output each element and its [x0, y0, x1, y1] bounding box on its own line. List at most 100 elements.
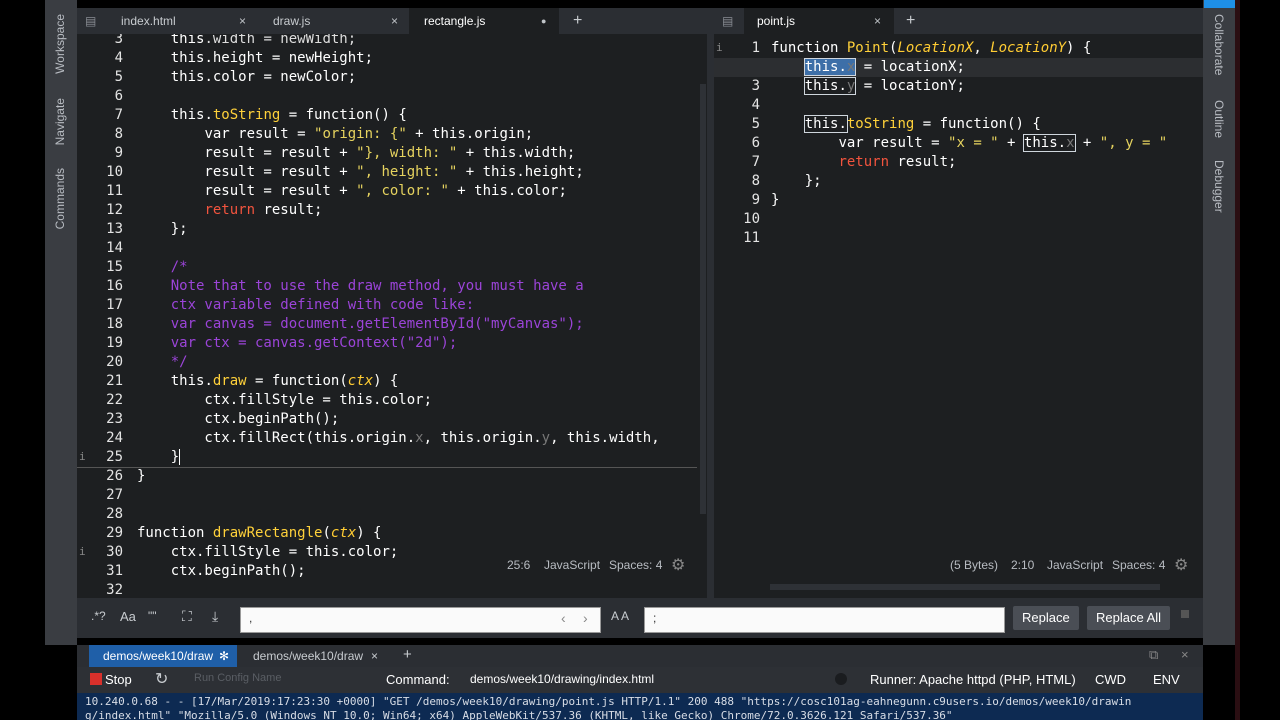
line-number: 18 [106, 316, 123, 332]
left-code-editor[interactable]: 3 4 5 6 7 8 9 10 11 12 13 14 15 16 17 18 19 20 21 22 23 24 25 i… [77, 34, 707, 598]
line-number: 15 [106, 259, 123, 275]
right-sidebar: Collaborate Outline Debugger [1203, 0, 1235, 645]
whole-word-toggle[interactable]: "" [148, 609, 157, 623]
case-sensitive-toggle[interactable]: Aa [120, 609, 136, 624]
spinner-icon: ✻ [219, 649, 230, 663]
tab-index-html[interactable]: index.html × [113, 8, 253, 34]
commands-panel-tab[interactable]: Commands [53, 168, 67, 229]
right-status-bar: (5 Bytes) 2:10 JavaScript Spaces: 4 ⚙ [944, 554, 1203, 598]
close-icon[interactable]: × [239, 8, 246, 34]
terminal-tab[interactable]: demos/week10/draw × [243, 645, 383, 667]
replace-all-button[interactable]: Replace All [1087, 606, 1171, 630]
debug-icon[interactable] [835, 673, 847, 685]
line-number: 13 [106, 221, 123, 237]
tab-label: demos/week10/draw [253, 649, 364, 663]
language-mode[interactable]: JavaScript [1047, 558, 1103, 572]
find-previous-icon[interactable]: ‹ [561, 610, 566, 626]
line-number: 32 [106, 582, 123, 598]
gear-icon[interactable]: ⚙ [671, 555, 685, 575]
accent-strip [1204, 0, 1237, 8]
tab-menu-icon[interactable]: ▤ [85, 8, 99, 34]
regex-toggle[interactable]: .*? [91, 609, 106, 623]
run-command-bar: Stop ↻ Run Config Name Command: demos/we… [77, 667, 1203, 693]
line-number: 29 [106, 525, 123, 541]
command-input[interactable]: demos/week10/drawing/index.html [470, 672, 654, 686]
code-content[interactable]: function Point(LocationX, LocationY) { t… [771, 39, 1167, 229]
find-next-icon[interactable]: › [583, 610, 588, 626]
terminal-tab-bar: demos/week10/draw ✻ demos/week10/draw × … [77, 645, 1203, 667]
line-number: 3 [751, 78, 760, 94]
language-mode[interactable]: JavaScript [544, 558, 600, 572]
tab-label: index.html [121, 14, 176, 28]
line-number: 7 [751, 154, 760, 170]
line-number: 19 [106, 335, 123, 351]
outline-panel-tab[interactable]: Outline [1212, 100, 1226, 138]
line-number: 5 [114, 69, 123, 85]
line-number: 9 [751, 192, 760, 208]
navigate-panel-tab[interactable]: Navigate [53, 98, 67, 145]
replace-input[interactable]: ; [644, 607, 1005, 633]
command-label: Command: [386, 672, 450, 687]
line-number: 27 [106, 487, 123, 503]
line-number: 11 [106, 183, 123, 199]
line-number: 10 [106, 164, 123, 180]
restart-icon[interactable]: ↻ [155, 669, 168, 689]
terminal-tab-active[interactable]: demos/week10/draw ✻ [89, 645, 237, 667]
close-icon[interactable]: × [371, 645, 378, 667]
runner-selector[interactable]: Runner: Apache httpd (PHP, HTML) [870, 672, 1076, 687]
tab-menu-icon[interactable]: ▤ [722, 8, 736, 34]
find-input[interactable]: , ‹ › [240, 607, 601, 633]
stop-icon[interactable] [90, 673, 102, 685]
tab-rectangle-js[interactable]: rectangle.js ● [409, 8, 559, 34]
terminal-output[interactable]: 10.240.0.68 - - [17/Mar/2019:17:23:30 +0… [77, 693, 1203, 720]
add-tab-button[interactable]: + [906, 8, 915, 34]
gear-icon[interactable]: ⚙ [1174, 555, 1188, 575]
close-find-icon[interactable] [1181, 610, 1189, 618]
line-number: 20 [106, 354, 123, 370]
line-number: 11 [743, 230, 760, 246]
unsaved-dot-icon[interactable]: ● [541, 8, 546, 34]
stop-button[interactable]: Stop [105, 672, 132, 687]
close-panel-icon[interactable]: × [1181, 647, 1189, 662]
find-value: , [249, 611, 253, 625]
run-config-name-input[interactable]: Run Config Name [194, 672, 281, 684]
log-line: 10.240.0.68 - - [17/Mar/2019:17:23:30 +0… [85, 695, 1132, 708]
log-line: g/index.html" "Mozilla/5.0 (Windows NT 1… [85, 709, 953, 720]
search-selection-icon[interactable]: ⛶ [182, 608, 192, 625]
horizontal-scrollbar[interactable] [770, 584, 1160, 590]
indent-setting[interactable]: Spaces: 4 [1112, 558, 1165, 572]
window-edge [1235, 0, 1240, 720]
wrap-around-icon[interactable]: ⤓ [212, 608, 218, 625]
collaborate-panel-tab[interactable]: Collaborate [1212, 14, 1226, 75]
left-tab-bar: ▤ index.html × draw.js × rectangle.js ● … [77, 8, 707, 34]
cwd-button[interactable]: CWD [1095, 672, 1126, 687]
add-tab-button[interactable]: + [573, 8, 582, 34]
cursor-position: 25:6 [507, 558, 531, 572]
find-replace-bar: .*? Aa "" ⛶ ⤓ , ‹ › A A ; Replace Replac… [77, 598, 1203, 638]
close-icon[interactable]: × [874, 8, 881, 34]
preserve-case-toggle[interactable]: A A [611, 609, 629, 623]
line-number: 14 [106, 240, 123, 256]
right-code-editor[interactable]: 1i234567891011 function Point(LocationX,… [714, 34, 1203, 598]
info-marker-icon[interactable]: i [79, 545, 99, 558]
line-number: 28 [106, 506, 123, 522]
tab-label: demos/week10/draw [103, 649, 214, 663]
close-icon[interactable]: × [391, 8, 398, 34]
line-number: 23 [106, 411, 123, 427]
left-status-bar: 25:6 JavaScript Spaces: 4 ⚙ [505, 554, 705, 598]
env-button[interactable]: ENV [1153, 672, 1180, 687]
line-number: 26 [106, 468, 123, 484]
indent-setting[interactable]: Spaces: 4 [609, 558, 662, 572]
debugger-panel-tab[interactable]: Debugger [1212, 160, 1226, 213]
tab-draw-js[interactable]: draw.js × [261, 8, 401, 34]
maximize-icon[interactable]: ⧉ [1149, 647, 1158, 663]
pane-splitter[interactable] [707, 8, 714, 598]
left-sidebar: Workspace Navigate Commands [45, 0, 77, 645]
replace-button[interactable]: Replace [1013, 606, 1079, 630]
add-terminal-button[interactable]: + [403, 646, 412, 663]
tab-point-js[interactable]: point.js × [744, 8, 894, 34]
workspace-panel-tab[interactable]: Workspace [53, 14, 67, 74]
info-marker-icon[interactable]: i [716, 41, 736, 54]
code-content[interactable]: this.width = newWidth; this.height = new… [137, 34, 660, 581]
vertical-scrollbar[interactable] [700, 84, 706, 514]
